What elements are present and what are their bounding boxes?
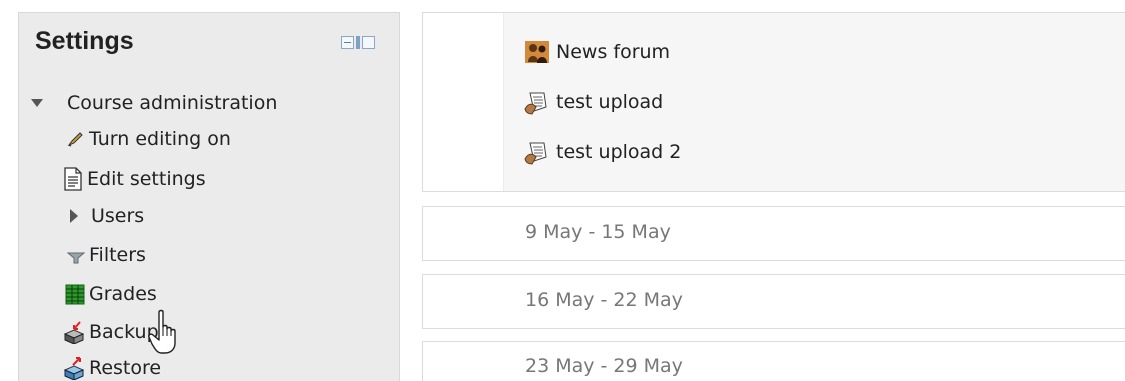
pencil-icon (67, 130, 85, 148)
tree-item-filters[interactable]: Filters (66, 243, 146, 267)
activity-label: test upload (556, 91, 664, 113)
tree-item-turn-editing-on[interactable]: Turn editing on (67, 127, 231, 151)
tree-item-label: Course administration (67, 92, 278, 114)
forum-icon (524, 39, 550, 65)
week-title: 23 May - 29 May (525, 355, 683, 377)
tree-item-course-administration[interactable]: Course administration (67, 91, 277, 115)
tree-item-restore[interactable]: Restore (63, 356, 162, 381)
tree-item-label: Restore (89, 357, 162, 379)
tree-item-label: Backup (89, 321, 159, 343)
tree-item-label: Users (91, 205, 145, 227)
settings-tree: Course administration Turn editing on Ed… (19, 13, 399, 381)
activity-news-forum[interactable]: News forum (524, 39, 670, 65)
backup-icon (63, 320, 85, 345)
restore-icon (63, 356, 85, 381)
section-content: News forum test upload test upload 2 (503, 13, 1125, 191)
funnel-icon (66, 246, 86, 264)
assignment-icon (524, 89, 550, 115)
tree-item-users[interactable]: Users (67, 204, 144, 228)
course-section-week: 16 May - 22 May (422, 274, 1125, 329)
activity-label: News forum (556, 41, 671, 63)
tree-item-edit-settings[interactable]: Edit settings (63, 167, 206, 191)
course-section-week: 9 May - 15 May (422, 206, 1125, 261)
tree-item-label: Grades (89, 283, 157, 305)
week-title: 9 May - 15 May (525, 221, 671, 243)
chevron-right-icon[interactable] (70, 209, 78, 223)
tree-item-label: Filters (89, 244, 146, 266)
settings-block: Settings Course administration Turn edit… (18, 12, 400, 381)
course-section-activities: News forum test upload test upload 2 (422, 12, 1125, 192)
tree-item-label: Turn editing on (89, 128, 231, 150)
tree-item-grades[interactable]: Grades (65, 282, 157, 306)
grades-table-icon (65, 283, 85, 305)
assignment-icon (524, 139, 550, 165)
course-section-week: 23 May - 29 May (422, 341, 1125, 381)
activity-test-upload-2[interactable]: test upload 2 (524, 139, 681, 165)
tree-item-label: Edit settings (87, 168, 206, 190)
activity-label: test upload 2 (556, 141, 682, 163)
week-title: 16 May - 22 May (525, 289, 683, 311)
tree-item-backup[interactable]: Backup (63, 320, 159, 345)
document-icon (63, 167, 83, 191)
expanded-triangle-icon[interactable] (31, 99, 43, 107)
activity-test-upload[interactable]: test upload (524, 89, 663, 115)
